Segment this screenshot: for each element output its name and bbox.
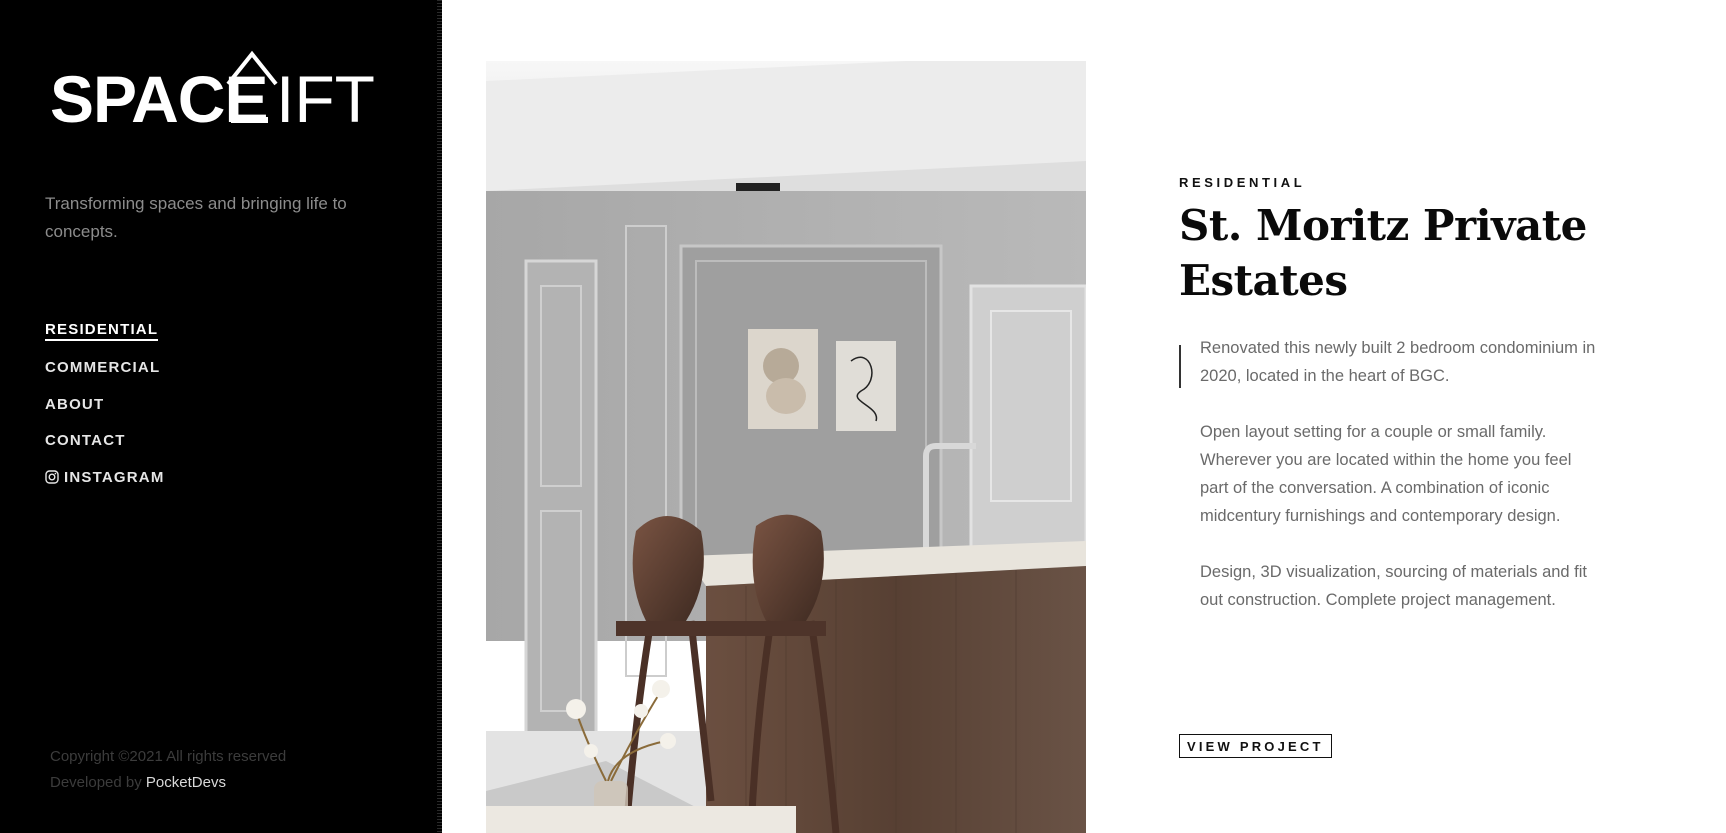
nav-residential[interactable]: RESIDENTIAL xyxy=(45,313,165,350)
nav-instagram[interactable]: INSTAGRAM xyxy=(45,459,165,496)
nav-contact[interactable]: CONTACT xyxy=(45,423,165,460)
nav-commercial[interactable]: COMMERCIAL xyxy=(45,350,165,387)
instagram-icon xyxy=(45,470,59,484)
developer-link[interactable]: PocketDevs xyxy=(146,774,226,791)
main-nav: RESIDENTIAL COMMERCIAL ABOUT CONTACT INS… xyxy=(45,313,165,496)
nav-about[interactable]: ABOUT xyxy=(45,386,165,423)
project-description: Renovated this newly built 2 bedroom con… xyxy=(1200,334,1600,642)
nav-about-label: ABOUT xyxy=(45,395,105,413)
copyright-text: Copyright ©2021 All rights reserved xyxy=(50,748,287,765)
nav-residential-label: RESIDENTIAL xyxy=(45,321,159,342)
svg-text:IFT: IFT xyxy=(276,62,375,136)
nav-commercial-label: COMMERCIAL xyxy=(45,359,161,377)
project-category: RESIDENTIAL xyxy=(1179,175,1306,190)
nav-contact-label: CONTACT xyxy=(45,432,126,450)
developed-by-line: Developed by PocketDevs xyxy=(50,770,286,796)
sidebar: SPACE IFT Transforming spaces and bringi… xyxy=(0,0,442,833)
view-project-button[interactable]: VIEW PROJECT xyxy=(1179,734,1332,758)
sidebar-footer: Copyright ©2021 All rights reserved Deve… xyxy=(50,744,286,796)
sidebar-scroll-edge[interactable] xyxy=(437,0,442,833)
brand-logo[interactable]: SPACE IFT xyxy=(50,48,380,136)
description-paragraph: Design, 3D visualization, sourcing of ma… xyxy=(1200,563,1588,609)
project-image[interactable] xyxy=(486,61,1086,833)
nav-instagram-label: INSTAGRAM xyxy=(64,468,165,486)
description-accent-bar xyxy=(1179,345,1181,388)
tagline: Transforming spaces and bringing life to… xyxy=(45,194,347,241)
description-paragraph: Renovated this newly built 2 bedroom con… xyxy=(1200,339,1596,385)
developed-by-label: Developed by xyxy=(50,774,142,791)
project-title: St. Moritz Private Estates xyxy=(1179,201,1587,305)
description-paragraph: Open layout setting for a couple or smal… xyxy=(1200,423,1572,525)
